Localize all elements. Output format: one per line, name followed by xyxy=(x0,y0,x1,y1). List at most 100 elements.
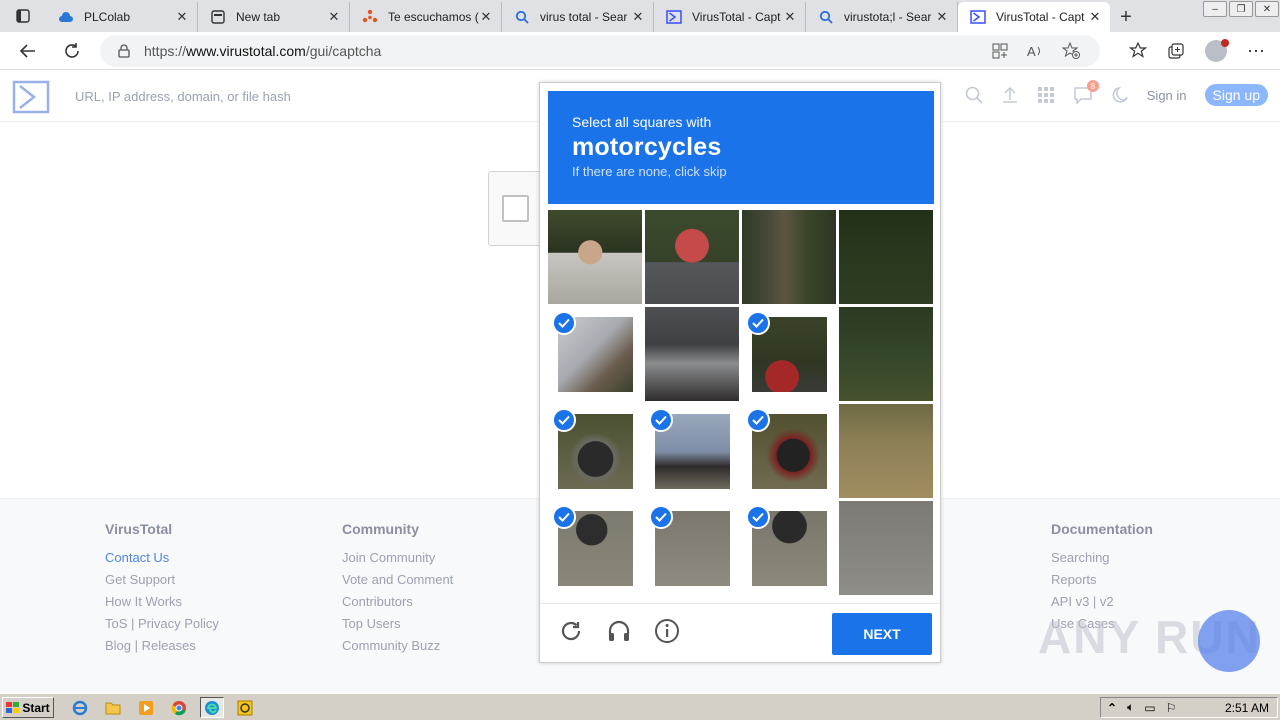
captcha-tile-image xyxy=(839,404,933,498)
captcha-checkbox[interactable] xyxy=(502,195,529,222)
footer-link[interactable]: Community Buzz xyxy=(342,638,453,660)
favorites-icon[interactable] xyxy=(1129,42,1147,60)
back-button[interactable] xyxy=(6,32,50,70)
footer-link[interactable]: Contributors xyxy=(342,594,453,616)
search-icon xyxy=(514,9,530,25)
footer-link[interactable]: Contact Us xyxy=(105,550,219,572)
close-tab-icon[interactable]: ✕ xyxy=(935,9,949,25)
captcha-tile[interactable] xyxy=(839,404,933,498)
reload-challenge-button[interactable] xyxy=(556,616,586,646)
upload-icon[interactable] xyxy=(1001,86,1019,104)
explorer-folder-icon[interactable] xyxy=(101,697,125,718)
footer-link[interactable]: How It Works xyxy=(105,594,219,616)
captcha-tile[interactable] xyxy=(839,307,933,401)
add-favorite-icon[interactable] xyxy=(1062,42,1080,60)
captcha-tile[interactable] xyxy=(548,307,642,401)
vt-search-input[interactable]: URL, IP address, domain, or file hash xyxy=(75,89,291,104)
new-tab-button[interactable]: + xyxy=(1110,2,1142,32)
people-icon xyxy=(362,9,378,25)
app-available-icon[interactable] xyxy=(992,43,1008,59)
lock-icon xyxy=(118,44,130,58)
close-tab-icon[interactable]: ✕ xyxy=(327,9,341,25)
captcha-target: motorcycles xyxy=(572,133,722,161)
browser-tab[interactable]: virus total - Sear ✕ xyxy=(502,2,654,32)
address-bar[interactable]: https://www.virustotal.com/gui/captcha A xyxy=(100,35,1100,67)
close-window-button[interactable]: ✕ xyxy=(1255,1,1279,17)
collections-icon[interactable] xyxy=(1167,42,1185,60)
captcha-tile[interactable] xyxy=(645,404,739,498)
captcha-tile[interactable] xyxy=(645,210,739,304)
browser-tab[interactable]: PLColab ✕ xyxy=(46,2,198,32)
ie-icon[interactable] xyxy=(68,697,92,718)
footer-col-title: Community xyxy=(342,521,419,537)
norton-icon[interactable] xyxy=(233,697,257,718)
close-tab-icon[interactable]: ✕ xyxy=(479,9,493,25)
virustotal-logo-icon[interactable] xyxy=(12,80,50,114)
volume-icon[interactable]: 🔈︎ xyxy=(1127,700,1134,715)
captcha-tile[interactable] xyxy=(839,501,933,595)
captcha-tile[interactable] xyxy=(742,307,836,401)
settings-menu-button[interactable]: ⋯ xyxy=(1247,41,1266,62)
browser-tab[interactable]: Te escuchamos (✕ xyxy=(350,2,502,32)
footer-link[interactable]: Searching xyxy=(1051,550,1153,572)
footer-link[interactable]: Reports xyxy=(1051,572,1153,594)
captcha-tile[interactable] xyxy=(548,404,642,498)
browser-tab[interactable]: VirusTotal - Capt ✕ xyxy=(654,2,806,32)
sign-up-button[interactable]: Sign up xyxy=(1204,84,1268,106)
captcha-tile-image xyxy=(839,501,933,595)
checkmark-icon xyxy=(746,311,770,335)
reload-button[interactable] xyxy=(50,32,94,70)
browser-tab[interactable]: virustota;l - Sear ✕ xyxy=(806,2,958,32)
captcha-tile[interactable] xyxy=(548,501,642,595)
captcha-tile[interactable] xyxy=(645,501,739,595)
captcha-tile[interactable] xyxy=(742,404,836,498)
info-button[interactable] xyxy=(652,616,682,646)
svg-text:A: A xyxy=(1027,44,1036,59)
captcha-image-grid xyxy=(548,210,934,596)
captcha-tile[interactable] xyxy=(548,210,642,304)
browser-toolbar: https://www.virustotal.com/gui/captcha A… xyxy=(0,32,1280,70)
tab-actions-button[interactable] xyxy=(0,0,46,32)
profile-avatar[interactable] xyxy=(1205,39,1229,62)
edge-icon[interactable] xyxy=(200,697,224,718)
footer-link[interactable]: ToS | Privacy Policy xyxy=(105,616,219,638)
audio-challenge-button[interactable] xyxy=(604,616,634,646)
close-tab-icon[interactable]: ✕ xyxy=(175,9,189,25)
close-tab-icon[interactable]: ✕ xyxy=(1088,9,1102,25)
sign-in-link[interactable]: Sign in xyxy=(1147,88,1187,103)
tray-expand-icon[interactable]: ⌃ xyxy=(1107,701,1117,715)
dark-mode-icon[interactable] xyxy=(1111,86,1129,104)
checkmark-icon xyxy=(746,408,770,432)
minimize-button[interactable]: – xyxy=(1203,1,1227,17)
flag-icon[interactable]: ⚐ xyxy=(1166,701,1177,715)
footer-link[interactable]: Vote and Comment xyxy=(342,572,453,594)
close-tab-icon[interactable]: ✕ xyxy=(783,9,797,25)
captcha-tile[interactable] xyxy=(742,210,836,304)
start-button[interactable]: Start xyxy=(2,697,54,718)
browser-tab[interactable]: New tab ✕ xyxy=(198,2,350,32)
notifications-button[interactable]: 8 xyxy=(1073,80,1099,105)
footer-col-virustotal: VirusTotal Contact Us Get Support How It… xyxy=(105,521,219,660)
network-icon[interactable]: ▭ xyxy=(1144,701,1155,715)
footer-link[interactable]: Join Community xyxy=(342,550,453,572)
checkmark-icon xyxy=(649,505,673,529)
chrome-icon[interactable] xyxy=(167,697,191,718)
checkmark-icon xyxy=(552,408,576,432)
footer-link[interactable]: Get Support xyxy=(105,572,219,594)
captcha-tile[interactable] xyxy=(742,501,836,595)
search-icon[interactable] xyxy=(965,86,983,104)
captcha-tile[interactable] xyxy=(645,307,739,401)
read-aloud-icon[interactable]: A xyxy=(1026,43,1044,59)
headphones-icon xyxy=(608,620,630,641)
windows-logo-icon xyxy=(6,701,20,713)
apps-grid-icon[interactable] xyxy=(1037,86,1055,104)
browser-tab[interactable]: VirusTotal - Capt ✕ xyxy=(958,2,1110,32)
info-icon xyxy=(655,619,679,643)
close-tab-icon[interactable]: ✕ xyxy=(631,9,645,25)
footer-link[interactable]: Top Users xyxy=(342,616,453,638)
media-player-icon[interactable] xyxy=(134,697,158,718)
next-button[interactable]: NEXT xyxy=(832,613,932,655)
restore-button[interactable]: ❐ xyxy=(1229,1,1253,17)
footer-link[interactable]: Blog | Releases xyxy=(105,638,219,660)
captcha-tile[interactable] xyxy=(839,210,933,304)
